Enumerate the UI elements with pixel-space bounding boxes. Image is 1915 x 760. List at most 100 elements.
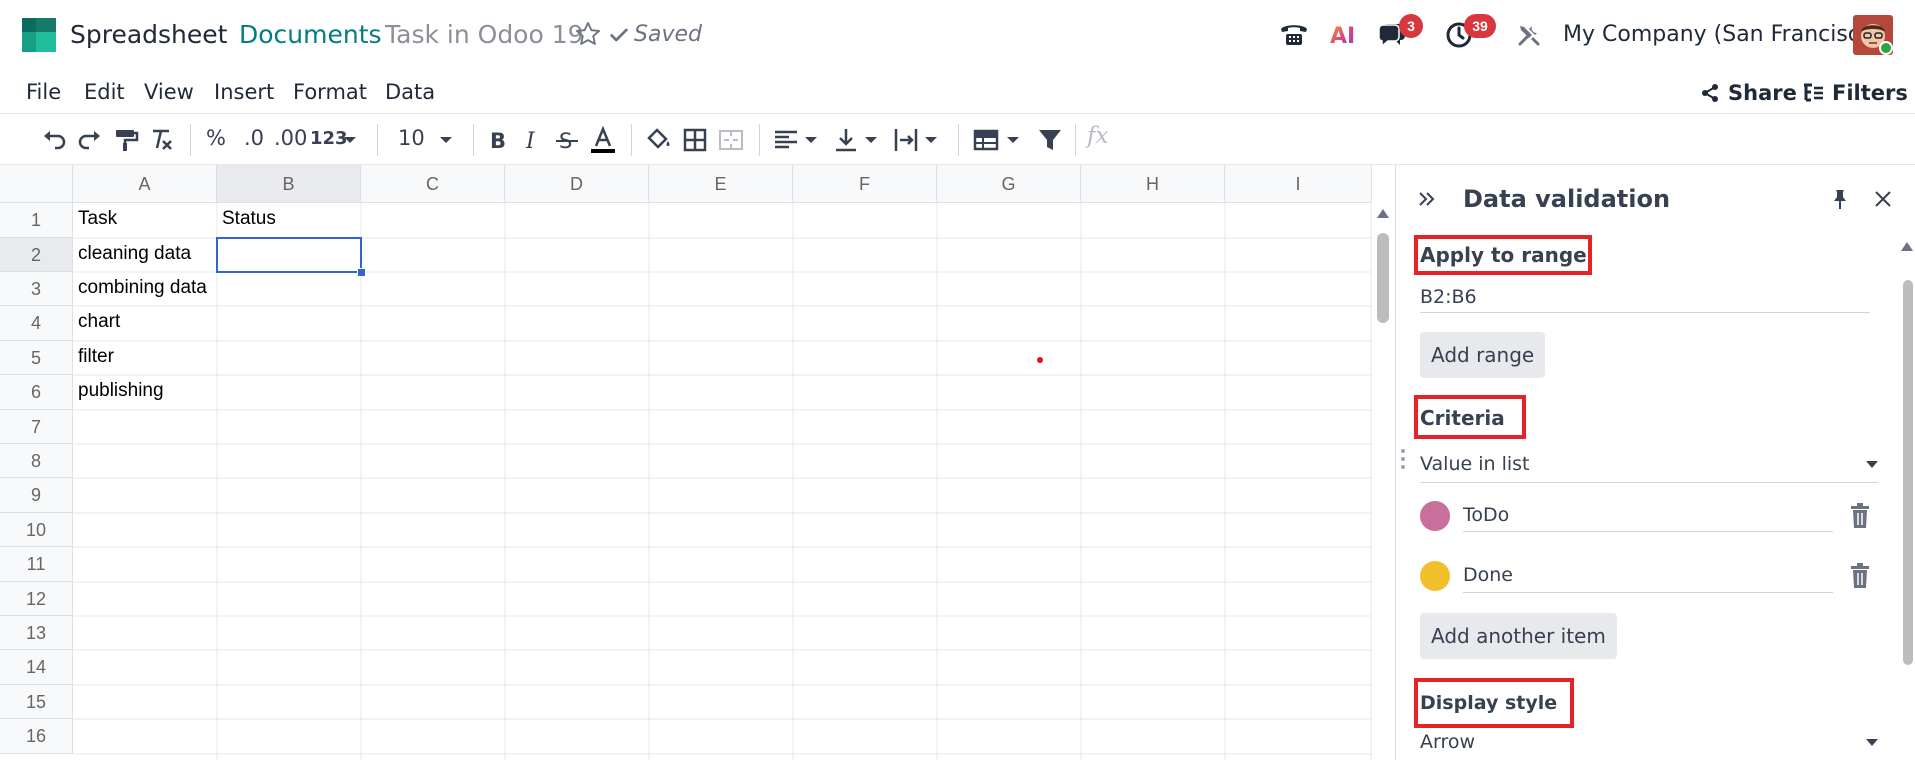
column-header-g[interactable]: G bbox=[937, 165, 1081, 203]
spreadsheet-grid[interactable]: A B C D E F G H I 1 2 3 4 5 6 7 8 9 10 1… bbox=[0, 165, 1372, 760]
row-header-6[interactable]: 6 bbox=[0, 375, 73, 410]
chevron-down-icon[interactable] bbox=[804, 126, 818, 154]
add-range-button[interactable]: Add range bbox=[1420, 332, 1546, 378]
row-header-1[interactable]: 1 bbox=[0, 203, 73, 238]
chevron-down-icon[interactable] bbox=[924, 126, 938, 154]
redo-icon[interactable] bbox=[76, 126, 104, 154]
cell-a5[interactable]: filter bbox=[73, 341, 217, 375]
row-header-13[interactable]: 13 bbox=[0, 616, 73, 650]
chevron-down-icon[interactable] bbox=[1866, 461, 1878, 468]
row-header-7[interactable]: 7 bbox=[0, 410, 73, 444]
row-header-16[interactable]: 16 bbox=[0, 719, 73, 754]
fill-color-icon[interactable] bbox=[645, 126, 673, 154]
text-color-icon[interactable] bbox=[589, 126, 617, 154]
pin-icon[interactable] bbox=[1828, 187, 1852, 211]
scroll-up-arrow-icon[interactable] bbox=[1901, 242, 1913, 251]
ai-icon[interactable]: AI bbox=[1329, 18, 1361, 50]
cell-a6[interactable]: publishing bbox=[73, 375, 217, 410]
row-header-4[interactable]: 4 bbox=[0, 306, 73, 341]
app-name[interactable]: Spreadsheet bbox=[70, 20, 227, 49]
share-button[interactable]: Share bbox=[1700, 78, 1797, 108]
undo-icon[interactable] bbox=[40, 126, 68, 154]
menu-format[interactable]: Format bbox=[293, 80, 367, 104]
row-header-5[interactable]: 5 bbox=[0, 341, 73, 375]
italic-icon[interactable]: I bbox=[518, 126, 546, 154]
user-avatar[interactable] bbox=[1853, 15, 1893, 55]
filter-icon[interactable] bbox=[1036, 126, 1064, 154]
list-item-todo[interactable]: ToDo bbox=[1463, 504, 1509, 526]
panel-scrollbar-thumb[interactable] bbox=[1903, 280, 1913, 665]
add-another-item-button[interactable]: Add another item bbox=[1420, 613, 1617, 659]
panel-resize-handle[interactable] bbox=[1400, 447, 1406, 477]
borders-icon[interactable] bbox=[681, 126, 709, 154]
autofill-handle[interactable] bbox=[357, 268, 366, 277]
column-header-e[interactable]: E bbox=[649, 165, 793, 203]
column-header-a[interactable]: A bbox=[73, 165, 217, 203]
chevron-down-icon[interactable] bbox=[864, 126, 878, 154]
text-wrap-icon[interactable] bbox=[892, 126, 920, 154]
row-header-11[interactable]: 11 bbox=[0, 547, 73, 582]
column-header-h[interactable]: H bbox=[1081, 165, 1225, 203]
row-header-9[interactable]: 9 bbox=[0, 478, 73, 513]
star-icon[interactable] bbox=[574, 20, 602, 48]
scrollbar-thumb[interactable] bbox=[1377, 233, 1389, 323]
bold-icon[interactable]: B bbox=[484, 126, 512, 154]
row-header-14[interactable]: 14 bbox=[0, 650, 73, 685]
range-input[interactable]: B2:B6 bbox=[1420, 286, 1477, 308]
chevron-down-icon[interactable] bbox=[343, 126, 357, 154]
breadcrumb-documents[interactable]: Documents bbox=[239, 20, 382, 49]
format-percent-button[interactable]: % bbox=[206, 126, 226, 150]
chevron-down-icon[interactable] bbox=[1866, 739, 1878, 746]
grid-vertical-scrollbar[interactable] bbox=[1372, 165, 1394, 760]
grid-corner[interactable] bbox=[0, 165, 73, 203]
cell-a2[interactable]: cleaning data bbox=[73, 238, 217, 272]
todo-color-swatch[interactable] bbox=[1420, 501, 1450, 531]
cell-a1[interactable]: Task bbox=[73, 203, 217, 238]
column-header-b[interactable]: B bbox=[217, 165, 361, 203]
increase-decimal-button[interactable]: .00 bbox=[274, 126, 307, 150]
column-header-c[interactable]: C bbox=[361, 165, 505, 203]
table-style-icon[interactable] bbox=[972, 126, 1000, 154]
spreadsheet-app-icon[interactable] bbox=[22, 18, 56, 52]
menu-file[interactable]: File bbox=[26, 80, 61, 104]
column-header-f[interactable]: F bbox=[793, 165, 937, 203]
cell-a4[interactable]: chart bbox=[73, 306, 217, 341]
trash-icon[interactable] bbox=[1848, 563, 1872, 589]
font-size-select[interactable]: 10 bbox=[398, 126, 425, 150]
paint-format-icon[interactable] bbox=[112, 126, 140, 154]
collapse-panel-icon[interactable] bbox=[1416, 188, 1438, 210]
scroll-up-arrow-icon[interactable] bbox=[1377, 209, 1389, 218]
align-left-icon[interactable] bbox=[772, 126, 800, 154]
close-icon[interactable] bbox=[1871, 187, 1895, 211]
decrease-decimal-button[interactable]: .0 bbox=[244, 126, 264, 150]
row-header-12[interactable]: 12 bbox=[0, 582, 73, 616]
tools-icon[interactable] bbox=[1515, 21, 1543, 49]
row-header-10[interactable]: 10 bbox=[0, 513, 73, 547]
done-color-swatch[interactable] bbox=[1420, 561, 1450, 591]
list-item-done[interactable]: Done bbox=[1463, 564, 1513, 586]
document-name[interactable]: Task in Odoo 19 bbox=[385, 20, 584, 49]
menu-data[interactable]: Data bbox=[385, 80, 435, 104]
filters-button[interactable]: Filters bbox=[1802, 78, 1908, 108]
strikethrough-icon[interactable]: S bbox=[553, 126, 581, 154]
menu-view[interactable]: View bbox=[144, 80, 194, 104]
row-header-8[interactable]: 8 bbox=[0, 444, 73, 478]
column-header-d[interactable]: D bbox=[505, 165, 649, 203]
chevron-down-icon[interactable] bbox=[1006, 126, 1020, 154]
row-header-2[interactable]: 2 bbox=[0, 238, 73, 272]
vertical-align-icon[interactable] bbox=[832, 126, 860, 154]
formula-bar[interactable]: fx bbox=[1087, 123, 1108, 149]
display-style-select[interactable]: Arrow bbox=[1420, 731, 1475, 753]
column-header-i[interactable]: I bbox=[1225, 165, 1372, 203]
trash-icon[interactable] bbox=[1848, 503, 1872, 529]
number-format-button[interactable]: 123 bbox=[310, 128, 348, 149]
menu-insert[interactable]: Insert bbox=[214, 80, 274, 104]
chevron-down-icon[interactable] bbox=[439, 126, 453, 154]
menu-edit[interactable]: Edit bbox=[84, 80, 125, 104]
phone-icon[interactable] bbox=[1278, 18, 1310, 50]
clear-format-icon[interactable] bbox=[148, 126, 176, 154]
row-header-3[interactable]: 3 bbox=[0, 272, 73, 306]
cell-b1[interactable]: Status bbox=[217, 203, 361, 238]
criteria-select[interactable]: Value in list bbox=[1420, 453, 1529, 475]
row-header-15[interactable]: 15 bbox=[0, 685, 73, 719]
